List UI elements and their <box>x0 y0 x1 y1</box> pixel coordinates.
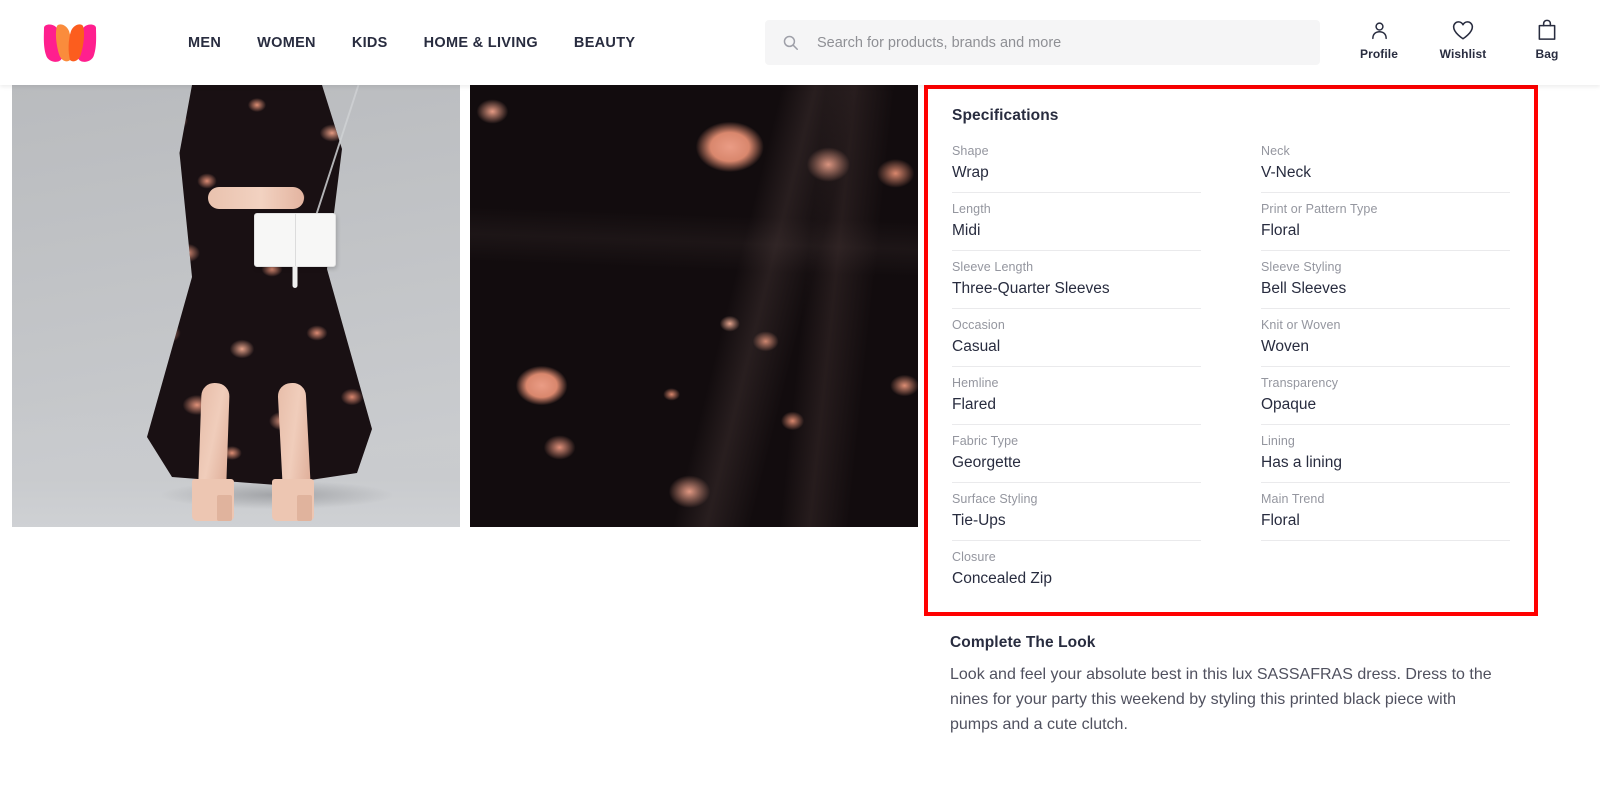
spec-value: Wrap <box>952 164 989 181</box>
spec-row-fabric-type: Fabric Type Georgette <box>952 425 1201 483</box>
spec-key: Closure <box>952 550 996 564</box>
product-image-fabric-closeup[interactable] <box>470 85 918 527</box>
search-icon <box>783 35 798 50</box>
nav-item-women[interactable]: WOMEN <box>239 0 334 85</box>
product-image-model[interactable] <box>12 85 460 527</box>
product-gallery <box>12 85 918 527</box>
spec-row-length: Length Midi <box>952 193 1201 251</box>
spec-key: Neck <box>1261 144 1290 158</box>
spec-key: Print or Pattern Type <box>1261 202 1378 216</box>
bag-label: Bag <box>1535 47 1559 61</box>
spec-key: Shape <box>952 144 989 158</box>
main-navigation: MEN WOMEN KIDS HOME & LIVING BEAUTY <box>170 0 653 85</box>
spec-value: Opaque <box>1261 396 1317 413</box>
nav-item-home-living[interactable]: HOME & LIVING <box>406 0 556 85</box>
bag-icon <box>1537 18 1557 42</box>
specifications-grid: Shape Wrap Neck V-Neck Length Midi Print… <box>952 135 1510 598</box>
spec-row-lining: Lining Has a lining <box>1261 425 1510 483</box>
spec-key: Fabric Type <box>952 434 1019 448</box>
wishlist-heart-icon <box>1452 18 1474 42</box>
wishlist-label: Wishlist <box>1439 47 1487 61</box>
spec-key: Transparency <box>1261 376 1339 390</box>
white-clutch-bag <box>254 213 336 267</box>
model-shoe-left <box>192 479 234 521</box>
model-leg-left <box>198 382 230 488</box>
spec-value: Tie-Ups <box>952 512 1006 529</box>
bag-button[interactable]: Bag <box>1518 18 1576 61</box>
spec-key: Knit or Woven <box>1261 318 1341 332</box>
spec-key: Sleeve Length <box>952 260 1034 274</box>
myntra-logo[interactable] <box>42 22 142 64</box>
spec-row-surface-styling: Surface Styling Tie-Ups <box>952 483 1201 541</box>
spec-value: V-Neck <box>1261 164 1311 181</box>
spec-value: Georgette <box>952 454 1021 471</box>
spec-key: Length <box>952 202 991 216</box>
spec-value: Floral <box>1261 222 1300 239</box>
profile-label: Profile <box>1359 47 1399 61</box>
spec-value: Bell Sleeves <box>1261 280 1347 297</box>
wishlist-button[interactable]: Wishlist <box>1434 18 1492 61</box>
spec-row-closure: Closure Concealed Zip <box>952 541 1201 598</box>
search-bar[interactable] <box>765 20 1320 65</box>
nav-item-men[interactable]: MEN <box>170 0 239 85</box>
spec-value: Three-Quarter Sleeves <box>952 280 1110 297</box>
spec-row-occasion: Occasion Casual <box>952 309 1201 367</box>
complete-the-look-description: Look and feel your absolute best in this… <box>950 666 1492 733</box>
spec-row-empty <box>1261 541 1510 598</box>
nav-item-beauty[interactable]: BEAUTY <box>556 0 653 85</box>
fabric-fold-shading <box>470 85 918 527</box>
complete-the-look-section: Complete The Look Look and feel your abs… <box>924 616 1538 737</box>
spec-value: Has a lining <box>1261 454 1342 471</box>
spec-key: Main Trend <box>1261 492 1325 506</box>
spec-key: Sleeve Styling <box>1261 260 1342 274</box>
spec-row-transparency: Transparency Opaque <box>1261 367 1510 425</box>
spec-value: Floral <box>1261 512 1300 529</box>
spec-key: Occasion <box>952 318 1005 332</box>
site-header: MEN WOMEN KIDS HOME & LIVING BEAUTY Prof… <box>0 0 1600 85</box>
profile-icon <box>1369 18 1390 42</box>
spec-row-neck: Neck V-Neck <box>1261 135 1510 193</box>
spec-row-main-trend: Main Trend Floral <box>1261 483 1510 541</box>
spec-value: Casual <box>952 338 1001 355</box>
spec-row-hemline: Hemline Flared <box>952 367 1201 425</box>
spec-key: Hemline <box>952 376 999 390</box>
spec-row-sleeve-length: Sleeve Length Three-Quarter Sleeves <box>952 251 1201 309</box>
myntra-logo-icon <box>43 23 97 62</box>
specifications-highlight-box: Specifications Shape Wrap Neck V-Neck Le… <box>924 85 1538 616</box>
model-arm <box>208 187 304 209</box>
spec-row-print-or-pattern-type: Print or Pattern Type Floral <box>1261 193 1510 251</box>
spec-key: Lining <box>1261 434 1295 448</box>
spec-value: Midi <box>952 222 981 239</box>
product-details-column: Specifications Shape Wrap Neck V-Neck Le… <box>924 85 1538 737</box>
spec-row-shape: Shape Wrap <box>952 135 1201 193</box>
nav-item-kids[interactable]: KIDS <box>334 0 406 85</box>
spec-row-knit-or-woven: Knit or Woven Woven <box>1261 309 1510 367</box>
specifications-heading: Specifications <box>952 107 1059 124</box>
spec-value: Woven <box>1261 338 1309 355</box>
complete-the-look-heading: Complete The Look <box>950 634 1096 651</box>
profile-button[interactable]: Profile <box>1350 18 1408 61</box>
model-shoe-right <box>272 479 314 521</box>
spec-value: Flared <box>952 396 996 413</box>
model-leg-right <box>277 382 311 488</box>
model-legs <box>188 381 338 521</box>
spec-key: Surface Styling <box>952 492 1038 506</box>
spec-value: Concealed Zip <box>952 570 1052 587</box>
search-input[interactable] <box>817 30 1287 55</box>
header-actions: Profile Wishlist Bag <box>1350 18 1576 61</box>
spec-row-sleeve-styling: Sleeve Styling Bell Sleeves <box>1261 251 1510 309</box>
